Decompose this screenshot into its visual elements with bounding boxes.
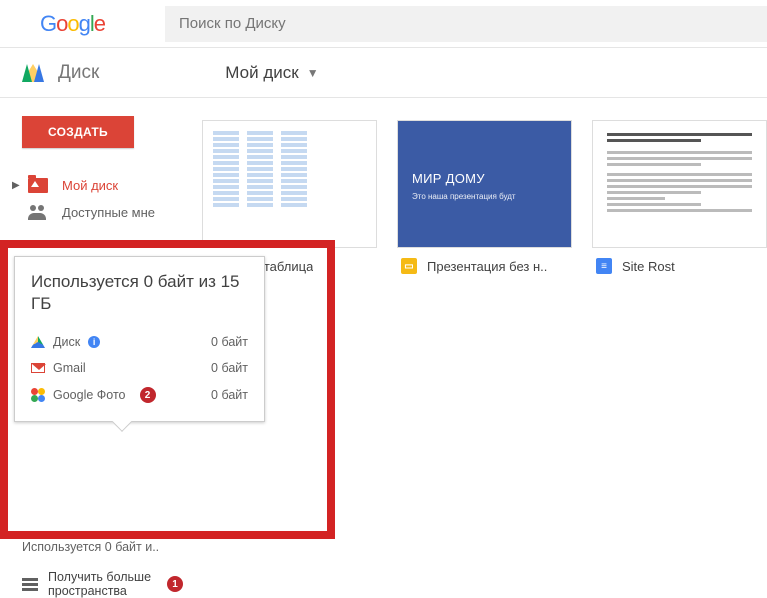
sidebar-item-my-drive[interactable]: ▶ Мой диск xyxy=(0,172,188,199)
sidebar-item-shared[interactable]: Доступные мне xyxy=(0,199,188,226)
drive-logo-icon xyxy=(22,64,44,82)
expand-icon: ▶ xyxy=(12,180,22,191)
storage-popup-title: Используется 0 байт из 15 ГБ xyxy=(31,271,248,315)
gmail-icon xyxy=(31,363,45,373)
chevron-down-icon: ▼ xyxy=(307,66,319,80)
get-more-storage-link[interactable]: Получить большепространства 1 xyxy=(22,570,210,598)
app-title: Диск xyxy=(58,62,99,84)
file-thumbnail-sheet xyxy=(202,120,377,248)
sidebar-item-label: Мой диск xyxy=(62,178,118,193)
file-grid: ▦ овая таблица МИР ДОМУ Это наша презент… xyxy=(188,98,767,284)
storage-value: 0 байт xyxy=(211,335,248,349)
docs-icon: ≡ xyxy=(596,258,612,274)
file-name: Презентация без н.. xyxy=(427,259,547,274)
storage-value: 0 байт xyxy=(211,361,248,375)
photos-icon xyxy=(31,388,45,402)
folder-icon xyxy=(28,178,48,193)
file-thumbnail-slide: МИР ДОМУ Это наша презентация будт xyxy=(397,120,572,248)
title-bar: Диск Мой диск ▼ xyxy=(0,48,767,98)
google-logo[interactable]: Google xyxy=(40,11,105,37)
drive-icon xyxy=(31,336,45,348)
sidebar-item-label: Доступные мне xyxy=(62,205,155,220)
storage-row-drive[interactable]: Дискi 0 байт xyxy=(31,329,248,355)
create-button[interactable]: СОЗДАТЬ xyxy=(22,116,134,148)
get-more-label: Получить большепространства xyxy=(48,570,151,598)
annotation-badge-1: 1 xyxy=(167,576,183,592)
file-thumbnail-doc xyxy=(592,120,767,248)
breadcrumb[interactable]: Мой диск ▼ xyxy=(225,63,318,83)
storage-icon xyxy=(22,578,38,591)
slide-title: МИР ДОМУ xyxy=(412,171,571,186)
search-input[interactable] xyxy=(165,6,767,42)
storage-popup: Используется 0 байт из 15 ГБ Дискi 0 бай… xyxy=(14,256,265,422)
info-icon[interactable]: i xyxy=(88,336,100,348)
breadcrumb-label: Мой диск xyxy=(225,63,298,83)
file-card[interactable]: МИР ДОМУ Это наша презентация будт ▭ Пре… xyxy=(397,120,572,284)
slide-subtitle: Это наша презентация будт xyxy=(412,192,571,201)
annotation-badge-2: 2 xyxy=(140,387,156,403)
people-icon xyxy=(28,205,48,220)
file-name: Site Rost xyxy=(622,259,675,274)
storage-used-summary: Используется 0 байт и.. xyxy=(22,540,210,554)
header-bar: Google xyxy=(0,0,767,48)
file-card[interactable]: ≡ Site Rost xyxy=(592,120,767,284)
slides-icon: ▭ xyxy=(401,258,417,274)
storage-value: 0 байт xyxy=(211,388,248,402)
storage-row-gmail[interactable]: Gmail 0 байт xyxy=(31,355,248,381)
storage-row-photos[interactable]: Google Фото 2 0 байт xyxy=(31,381,248,409)
